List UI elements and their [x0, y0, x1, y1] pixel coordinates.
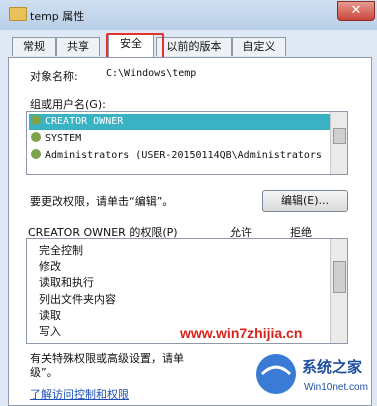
special-permissions-note-end: 级”。 [30, 366, 58, 379]
user-group-icon [31, 115, 41, 125]
tab-strip: 常规 共享 安全 以前的版本 自定义 [8, 34, 370, 57]
list-item[interactable]: SYSTEM [29, 131, 81, 147]
close-button[interactable]: ✕ [337, 1, 375, 21]
tab-general[interactable]: 常规 [12, 37, 56, 56]
watermark-text: www.win7zhijia.cn [180, 325, 303, 341]
permission-item: 修改 [39, 260, 61, 274]
users-scrollbar[interactable] [330, 112, 347, 174]
logo-text: 系统之家 [302, 358, 362, 376]
scroll-thumb[interactable] [333, 128, 346, 144]
logo-url: Win10net.com [304, 382, 368, 393]
object-name-label: 对象名称: [30, 70, 78, 83]
permission-item: 完全控制 [39, 244, 83, 257]
object-name-value: C:\Windows\temp [106, 68, 197, 79]
permissions-scrollbar[interactable] [330, 239, 347, 343]
edit-button[interactable]: 编辑(E)... [262, 190, 348, 212]
learn-access-control-link[interactable]: 了解访问控制和权限 [30, 386, 129, 402]
change-note: 要更改权限，请单击“编辑”。 [30, 195, 174, 208]
folder-icon [9, 7, 27, 21]
groups-label: 组或用户名(G): [30, 98, 106, 111]
tab-previous-versions[interactable]: 以前的版本 [156, 37, 232, 56]
scroll-thumb[interactable] [333, 261, 346, 293]
tab-customize[interactable]: 自定义 [232, 37, 286, 56]
user-group-icon [31, 149, 41, 159]
window-title: temp 属性 [30, 10, 85, 23]
win10net-logo: 系统之家 Win10net.com [256, 354, 368, 394]
permission-item: 读取和执行 [39, 276, 94, 290]
user-group-icon [31, 132, 41, 142]
users-list[interactable]: CREATOR OWNER SYSTEM Administrators (USE… [26, 111, 348, 175]
tab-sharing[interactable]: 共享 [56, 37, 100, 56]
permission-item: 写入 [39, 325, 61, 339]
list-item[interactable]: Administrators (USER-20150114QB\Administ… [29, 148, 322, 164]
permission-item: 列出文件夹内容 [39, 292, 116, 306]
list-item[interactable]: CREATOR OWNER [29, 114, 331, 130]
permission-item: 读取 [39, 308, 61, 322]
